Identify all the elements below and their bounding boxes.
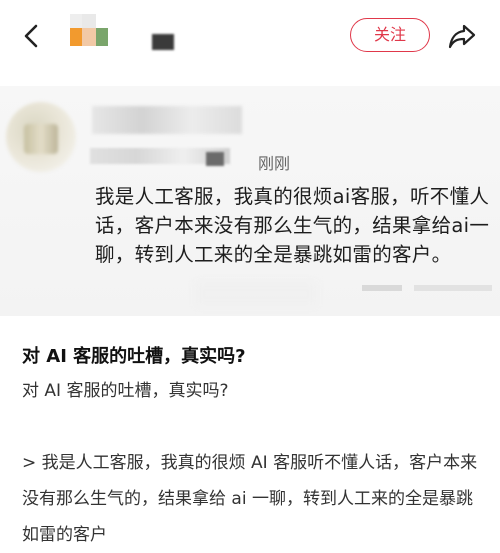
back-button[interactable] <box>14 18 50 54</box>
embedded-comment-screenshot: 刚刚 我是人工客服，我真的很烦ai客服，听不懂人话，客户本来没有那么生气的，结果… <box>0 86 500 316</box>
commenter-name-blurred <box>92 106 242 134</box>
commenter-meta-blurred-dark <box>206 152 224 166</box>
chevron-left-icon <box>24 24 38 48</box>
post-title: 对 AI 客服的吐槽，真实吗? <box>22 346 246 367</box>
post-body: 对 AI 客服的吐槽，真实吗? <box>22 381 229 401</box>
top-bar: 关注 <box>0 0 500 72</box>
image-watermark <box>362 283 492 296</box>
author-name-blurred <box>152 34 174 50</box>
comment-time: 刚刚 <box>258 154 291 173</box>
comment-text-blur-overlay <box>196 282 316 306</box>
post-quote: > 我是人工客服，我真的很烦 AI 客服听不懂人话，客户本来没有那么生气的，结果… <box>22 453 478 545</box>
share-arrow-icon <box>448 24 476 49</box>
comment-text: 我是人工客服，我真的很烦ai客服，听不懂人话，客户本来没有那么生气的，结果拿给a… <box>95 185 490 266</box>
share-button[interactable] <box>446 20 478 52</box>
follow-button[interactable]: 关注 <box>350 18 430 52</box>
author-avatar-mosaic[interactable] <box>66 14 108 54</box>
commenter-avatar <box>6 102 76 172</box>
